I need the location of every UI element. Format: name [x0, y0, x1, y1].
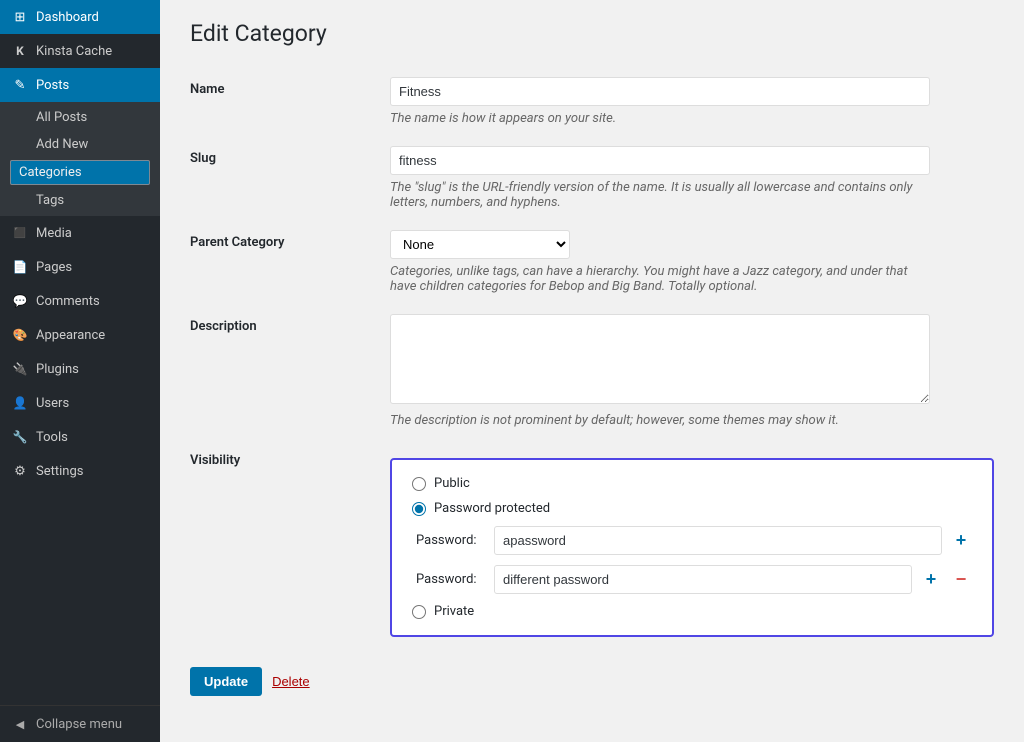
password1-input[interactable]: [494, 526, 942, 555]
sidebar-item-label: Kinsta Cache: [36, 44, 112, 59]
posts-submenu: All Posts Add New Categories Tags: [0, 102, 160, 216]
slug-input[interactable]: [390, 146, 930, 175]
parent-row: Parent Category None Categories, unlike …: [190, 220, 994, 304]
collapse-menu[interactable]: Collapse menu: [0, 705, 160, 742]
sidebar-item-label: Plugins: [36, 362, 79, 377]
sidebar-item-tags[interactable]: Tags: [0, 187, 160, 214]
visibility-password-label: Password protected: [434, 501, 550, 516]
sidebar-item-dashboard[interactable]: Dashboard: [0, 0, 160, 34]
users-icon: [12, 395, 28, 411]
visibility-public-row: Public: [412, 476, 972, 491]
sidebar-item-kinsta-cache[interactable]: Kinsta Cache: [0, 34, 160, 68]
sidebar-item-label: Appearance: [36, 328, 105, 343]
tools-icon: [12, 429, 28, 445]
sidebar-item-pages[interactable]: Pages: [0, 250, 160, 284]
sidebar-item-appearance[interactable]: Appearance: [0, 318, 160, 352]
password1-row: Password: +: [412, 526, 972, 555]
sidebar-item-tools[interactable]: Tools: [0, 420, 160, 454]
sidebar-item-label: Settings: [36, 464, 83, 479]
sidebar-item-categories[interactable]: Categories: [10, 160, 150, 185]
plugins-icon: [12, 361, 28, 377]
form-table: Name The name is how it appears on your …: [190, 67, 994, 647]
sidebar-item-label: Pages: [36, 260, 72, 275]
kinsta-icon: [12, 43, 28, 59]
name-label: Name: [190, 82, 224, 97]
slug-row: Slug The "slug" is the URL-friendly vers…: [190, 136, 994, 220]
slug-label: Slug: [190, 151, 216, 166]
visibility-row: Visibility Public Password: [190, 438, 994, 647]
name-row: Name The name is how it appears on your …: [190, 67, 994, 136]
add-password2-button[interactable]: +: [920, 569, 942, 591]
description-row: Description The description is not promi…: [190, 304, 994, 438]
remove-password2-button[interactable]: −: [950, 569, 972, 591]
sidebar-item-label: Comments: [36, 294, 100, 309]
name-description: The name is how it appears on your site.: [390, 111, 930, 126]
description-label: Description: [190, 319, 257, 334]
sidebar-item-users[interactable]: Users: [0, 386, 160, 420]
description-description: The description is not prominent by defa…: [390, 413, 930, 428]
visibility-private-row: Private: [412, 604, 972, 619]
dashboard-icon: [12, 9, 28, 25]
main-content: Edit Category Name The name is how it ap…: [160, 0, 1024, 742]
visibility-label: Visibility: [190, 453, 240, 468]
sidebar-item-label: Posts: [36, 78, 69, 93]
description-textarea[interactable]: [390, 314, 930, 404]
sidebar-item-add-new[interactable]: Add New: [0, 131, 160, 158]
sidebar-item-label: Tools: [36, 430, 68, 445]
slug-description: The "slug" is the URL-friendly version o…: [390, 180, 930, 210]
parent-label: Parent Category: [190, 235, 285, 250]
password1-label: Password:: [416, 533, 486, 548]
sidebar-item-label: Users: [36, 396, 69, 411]
appearance-icon: [12, 327, 28, 343]
comments-icon: [12, 293, 28, 309]
visibility-private-label: Private: [434, 604, 474, 619]
password2-input[interactable]: [494, 565, 912, 594]
form-actions: Update Delete: [190, 667, 994, 696]
sidebar-item-label: Dashboard: [36, 10, 99, 25]
visibility-public-radio[interactable]: [412, 477, 426, 491]
pages-icon: [12, 259, 28, 275]
password2-row: Password: + −: [412, 565, 972, 594]
sidebar: Dashboard Kinsta Cache Posts All Posts A…: [0, 0, 160, 742]
visibility-password-row: Password protected: [412, 501, 972, 516]
collapse-icon: [12, 716, 28, 732]
posts-icon: [12, 77, 28, 93]
update-button[interactable]: Update: [190, 667, 262, 696]
sidebar-item-comments[interactable]: Comments: [0, 284, 160, 318]
sidebar-item-all-posts[interactable]: All Posts: [0, 104, 160, 131]
media-icon: [12, 225, 28, 241]
visibility-private-radio[interactable]: [412, 605, 426, 619]
sidebar-item-label: Media: [36, 226, 72, 241]
page-title: Edit Category: [190, 20, 994, 47]
password2-label: Password:: [416, 572, 486, 587]
name-input[interactable]: [390, 77, 930, 106]
settings-icon: [12, 463, 28, 479]
delete-button[interactable]: Delete: [272, 674, 310, 689]
visibility-box: Public Password protected Password:: [390, 458, 994, 637]
sidebar-item-plugins[interactable]: Plugins: [0, 352, 160, 386]
visibility-password-radio[interactable]: [412, 502, 426, 516]
collapse-label: Collapse menu: [36, 717, 122, 732]
parent-select[interactable]: None: [390, 230, 570, 259]
parent-description: Categories, unlike tags, can have a hier…: [390, 264, 930, 294]
visibility-public-label: Public: [434, 476, 470, 491]
sidebar-item-settings[interactable]: Settings: [0, 454, 160, 488]
sidebar-item-posts[interactable]: Posts: [0, 68, 160, 102]
sidebar-item-media[interactable]: Media: [0, 216, 160, 250]
visibility-section: Public Password protected Password:: [412, 476, 972, 619]
add-password-button[interactable]: +: [950, 530, 972, 552]
